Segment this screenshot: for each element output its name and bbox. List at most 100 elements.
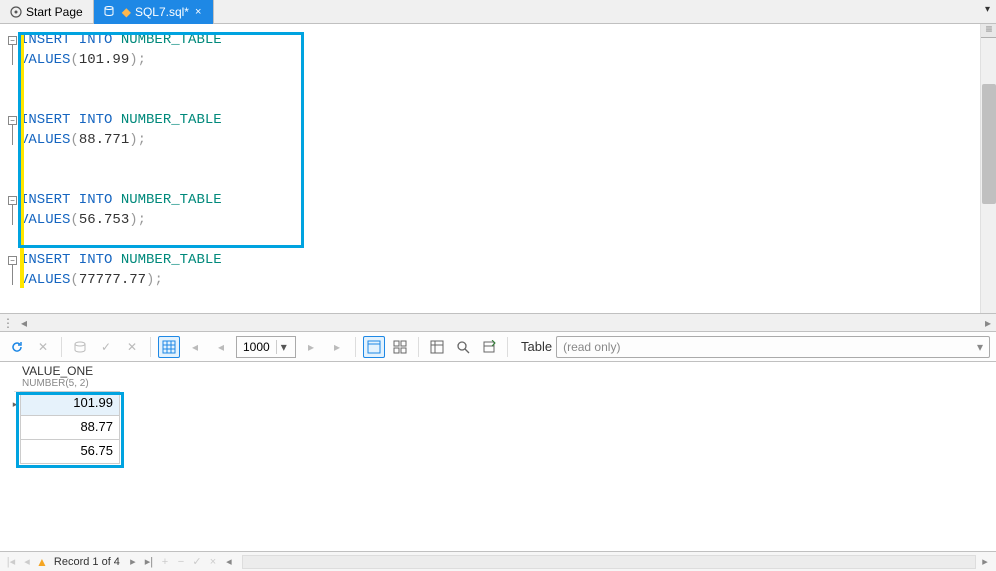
cell[interactable]: 88.77: [20, 415, 120, 440]
edit-mode-combo[interactable]: (read only) ▾: [556, 336, 990, 358]
sql-editor[interactable]: − − − − INSERT INTO NUMBER_TABLE VALUES(…: [0, 24, 996, 314]
tab-start-page[interactable]: Start Page: [0, 0, 94, 24]
table-row[interactable]: 56.75: [10, 440, 996, 464]
keyword: VALUES: [20, 52, 70, 68]
literal: 88.771: [79, 132, 129, 148]
tab-label: Start Page: [26, 5, 83, 19]
results-toolbar: ✕ ✓ ✕ ◂ ◂ 1000 ▾ ▸ ▸ Table (read only) ▾: [0, 332, 996, 362]
apply-button[interactable]: ✓: [95, 336, 117, 358]
warning-icon: ▲: [36, 555, 48, 569]
keyword: VALUES: [20, 272, 70, 288]
fold-line: [12, 265, 13, 285]
nav-remove-button[interactable]: −: [174, 556, 188, 568]
chevron-down-icon: ▾: [276, 340, 291, 354]
cell[interactable]: 56.75: [20, 439, 120, 464]
nav-first-button[interactable]: |◂: [4, 555, 18, 568]
editor-vertical-scrollbar[interactable]: ≡: [980, 24, 996, 313]
last-page-button[interactable]: ▸: [326, 336, 348, 358]
page-size-value: 1000: [237, 340, 276, 354]
sql-file-icon: [104, 5, 118, 19]
page-size-combo[interactable]: 1000 ▾: [236, 336, 296, 358]
hscroll-right[interactable]: ▸: [980, 316, 996, 330]
keyword: INSERT INTO: [20, 32, 112, 48]
hscroll-left[interactable]: ◂: [16, 316, 32, 330]
separator: [418, 337, 419, 357]
fold-marker[interactable]: −: [8, 36, 17, 45]
status-scroll-right[interactable]: ▸: [978, 555, 992, 568]
keyword: VALUES: [20, 212, 70, 228]
row-indicator: [10, 440, 20, 464]
row-indicator: ▸: [10, 392, 20, 416]
start-page-icon: [10, 6, 22, 18]
separator: [61, 337, 62, 357]
nav-cancel-button[interactable]: ×: [206, 556, 220, 568]
chevron-down-icon: ▾: [977, 340, 983, 354]
row-indicator: [10, 416, 20, 440]
fold-marker[interactable]: −: [8, 196, 17, 205]
separator: [150, 337, 151, 357]
status-bar: |◂ ◂ ▲ Record 1 of 4 ▸ ▸| + − ✓ × ◂ ▸: [0, 551, 996, 571]
rollback-button[interactable]: ✕: [121, 336, 143, 358]
edit-mode-value: (read only): [563, 340, 620, 354]
first-page-button[interactable]: ◂: [184, 336, 206, 358]
cell[interactable]: 101.99: [20, 391, 120, 416]
tab-bar: Start Page ◆ SQL7.sql* × ▾: [0, 0, 996, 24]
results-grid: VALUE_ONE NUMBER(5, 2) ▸ 101.99 88.77 56…: [0, 362, 996, 522]
tab-sql-file[interactable]: ◆ SQL7.sql* ×: [94, 0, 215, 24]
column-type: NUMBER(5, 2): [22, 378, 93, 389]
commit-button[interactable]: [69, 336, 91, 358]
tab-close-button[interactable]: ×: [193, 6, 203, 18]
change-marker: [20, 34, 24, 288]
fold-marker[interactable]: −: [8, 116, 17, 125]
fold-marker[interactable]: −: [8, 256, 17, 265]
literal: 101.99: [79, 52, 129, 68]
literal: 56.753: [79, 212, 129, 228]
refresh-button[interactable]: [6, 336, 28, 358]
table-row[interactable]: 88.77: [10, 416, 996, 440]
grid-view-button[interactable]: [158, 336, 180, 358]
identifier: NUMBER_TABLE: [121, 112, 222, 128]
hscroll-grip[interactable]: ⋮: [0, 316, 16, 330]
table-row[interactable]: ▸ 101.99: [10, 392, 996, 416]
identifier: NUMBER_TABLE: [121, 32, 222, 48]
prev-page-button[interactable]: ◂: [210, 336, 232, 358]
separator: [507, 337, 508, 357]
cancel-button[interactable]: ✕: [32, 336, 54, 358]
find-button[interactable]: [452, 336, 474, 358]
nav-prev-button[interactable]: ◂: [20, 555, 34, 568]
nav-confirm-button[interactable]: ✓: [190, 555, 204, 568]
code-area[interactable]: INSERT INTO NUMBER_TABLE VALUES(101.99);…: [20, 24, 980, 313]
card-view-button[interactable]: [389, 336, 411, 358]
editor-horizontal-scrollbar[interactable]: ⋮ ◂ ▸: [0, 314, 996, 332]
fold-line: [12, 205, 13, 225]
keyword: INSERT INTO: [20, 252, 112, 268]
mode-label: Table: [521, 339, 552, 354]
column-name: VALUE_ONE: [22, 364, 93, 378]
tabs-dropdown[interactable]: ▾: [985, 4, 990, 15]
tab-label: SQL7.sql*: [135, 5, 189, 19]
editor-gutter: − − − −: [0, 24, 20, 313]
status-scroll-track[interactable]: [242, 555, 976, 569]
export-button[interactable]: [478, 336, 500, 358]
separator: [355, 337, 356, 357]
identifier: NUMBER_TABLE: [121, 192, 222, 208]
nav-next-button[interactable]: ▸: [126, 555, 140, 568]
nav-last-button[interactable]: ▸|: [142, 555, 156, 568]
keyword: INSERT INTO: [20, 112, 112, 128]
keyword: VALUES: [20, 132, 70, 148]
fold-line: [12, 45, 13, 65]
status-scroll-left[interactable]: ◂: [222, 555, 236, 568]
modified-icon: ◆: [122, 5, 131, 19]
identifier: NUMBER_TABLE: [121, 252, 222, 268]
record-status: Record 1 of 4: [54, 556, 120, 568]
next-page-button[interactable]: ▸: [300, 336, 322, 358]
scrollbar-thumb[interactable]: [982, 84, 996, 204]
table-view-button[interactable]: [363, 336, 385, 358]
literal: 77777.77: [79, 272, 146, 288]
pivot-button[interactable]: [426, 336, 448, 358]
keyword: INSERT INTO: [20, 192, 112, 208]
fold-line: [12, 125, 13, 145]
split-handle[interactable]: ≡: [981, 24, 996, 38]
column-header[interactable]: VALUE_ONE NUMBER(5, 2): [14, 362, 101, 392]
nav-add-button[interactable]: +: [158, 556, 172, 568]
